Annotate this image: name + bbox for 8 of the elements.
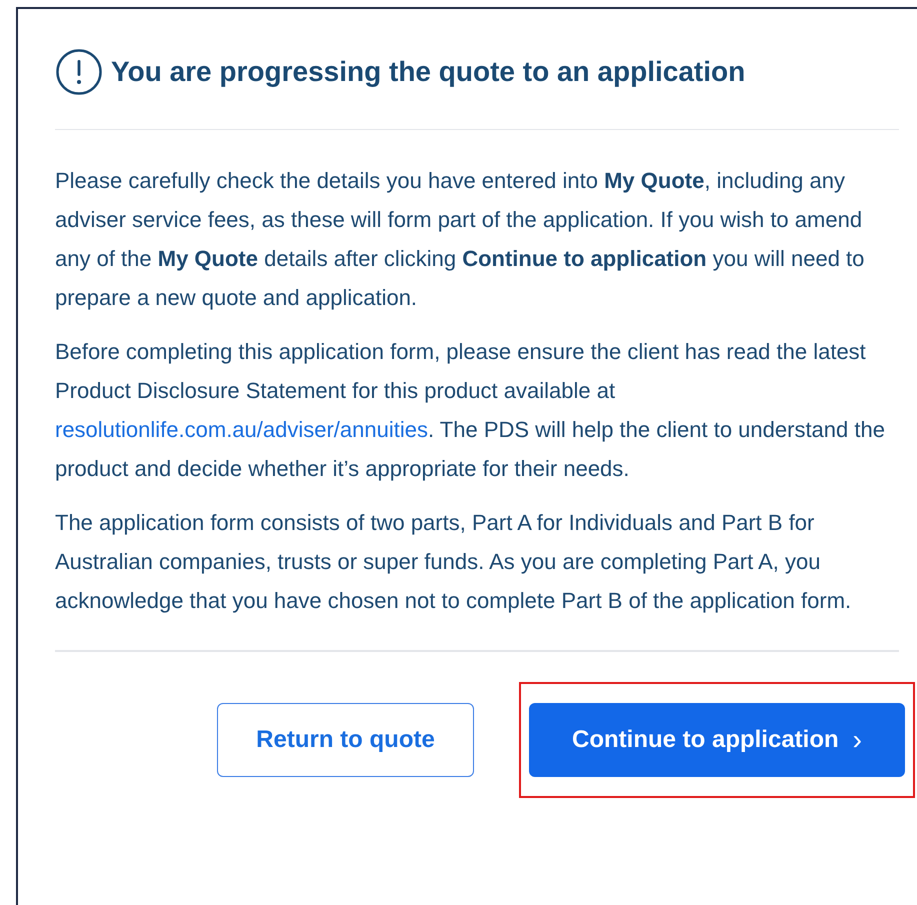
dialog-title: You are progressing the quote to an application [111, 55, 746, 89]
body-paragraph: The application form consists of two parts, Part A for Individuals and Part B for Australian companies, trusts or super funds. As you are completing Part A, you acknowledge that you have chosen not to complete Part B of the application form. [55, 509, 852, 615]
pds-link[interactable]: resolutionlife.com.au/adviser/annuities [55, 417, 428, 442]
exclamation-icon [55, 48, 103, 96]
body-paragraph: Please carefully check the details you have entered into My Quote, including any adviser service fees, as these will form part of the application. If you wish to amend any of the My Quote details after clicking Continue to application you will need to prepare a new quote and application. [55, 167, 866, 312]
continue-button[interactable]: Continue to application › [529, 703, 905, 777]
return-button[interactable]: Return to quote [217, 703, 474, 777]
body-paragraph: Before completing this application form, please ensure the client has read the latest Product Disclosure Statement for this product available at resolutionlife.com.au/adviser/annuities. The PDS will help the client to understand the product and decide whether it’s appropriate for their needs. [55, 338, 886, 483]
